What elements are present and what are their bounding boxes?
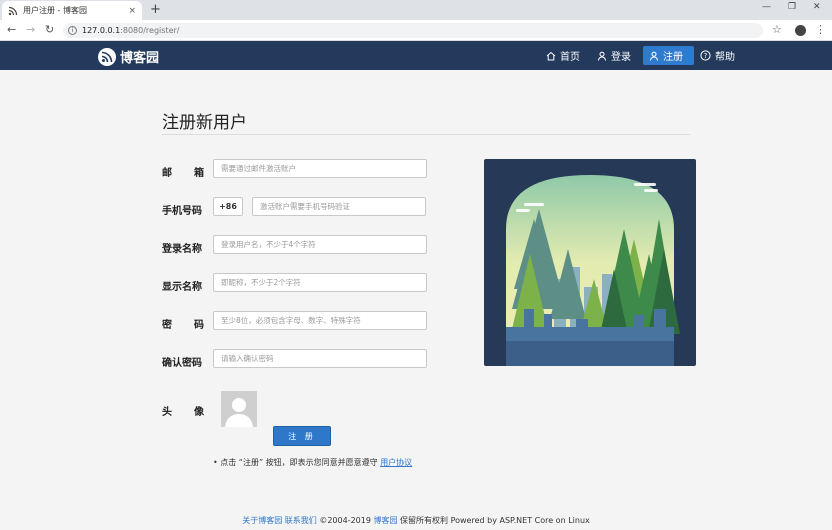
browser-tab-title: 用户注册 - 博客园	[23, 6, 87, 15]
help-icon: ?	[700, 50, 711, 61]
login-name-label: 登录名称	[162, 244, 202, 255]
nav-help-label: 帮助	[715, 52, 735, 63]
password-field[interactable]: 至少8位，必须包含字母、数字、特殊字符	[213, 311, 427, 330]
title-divider	[162, 134, 690, 135]
display-name-field[interactable]: 即昵称，不少于2个字符	[213, 273, 427, 292]
new-tab-button[interactable]: +	[150, 2, 161, 18]
browser-menu-icon[interactable]: ⋮	[815, 23, 826, 36]
browser-tab[interactable]: 用户注册 - 博客园 ×	[2, 1, 142, 20]
nav-register-label: 注册	[663, 52, 683, 63]
forest-illustration	[484, 159, 696, 366]
address-bar[interactable]: i 127.0.0.1:8080/register/	[63, 23, 763, 38]
page-title: 注册新用户	[162, 113, 247, 133]
about-link[interactable]: 关于博客园	[242, 516, 282, 525]
nav-help[interactable]: ? 帮助	[694, 46, 741, 65]
email-field[interactable]: 需要通过邮件激活账户	[213, 159, 427, 178]
brand-link[interactable]: 博客园	[373, 516, 397, 525]
default-avatar-icon	[221, 391, 257, 427]
reload-icon[interactable]: ↻	[45, 23, 54, 37]
phone-field[interactable]: 激活账户需要手机号码验证	[252, 197, 426, 216]
avatar-label: 头 像	[162, 403, 204, 418]
site-info-icon[interactable]: i	[68, 26, 77, 35]
confirm-password-label: 确认密码	[162, 358, 202, 369]
forward-icon[interactable]: →	[26, 23, 35, 37]
site-logo[interactable]: 博客园	[98, 47, 159, 66]
avatar-label-a: 头	[162, 407, 172, 418]
confirm-password-field[interactable]: 请输入确认密码	[213, 349, 427, 368]
password-label: 密 码	[162, 316, 204, 331]
window-close-icon[interactable]: ✕	[813, 2, 821, 12]
nav-register[interactable]: 注册	[643, 46, 694, 65]
site-footer: 关于博客园 联系我们 ©2004-2019 博客园 保留所有权利 Powered…	[0, 515, 832, 526]
display-name-label: 显示名称	[162, 282, 202, 293]
agreement-prefix: • 点击 “注册” 按钮，即表示您同意并愿意遵守	[213, 458, 378, 467]
avatar-label-b: 像	[194, 407, 204, 418]
login-name-field[interactable]: 登录用户名，不少于4个字符	[213, 235, 427, 254]
email-label-b: 箱	[194, 168, 204, 179]
url-path: :8080/register/	[120, 26, 180, 35]
copyright-years: ©2004-2019	[319, 516, 371, 525]
tab-close-icon[interactable]: ×	[128, 6, 136, 16]
country-code-select[interactable]: +86	[213, 197, 243, 216]
browser-tabstrip: 用户注册 - 博客园 × + — ❐ ✕	[0, 0, 832, 20]
browser-toolbar: ← → ↻ i 127.0.0.1:8080/register/ ☆ ⋮	[0, 20, 832, 41]
password-label-b: 码	[194, 320, 204, 331]
rss-logo-icon	[98, 47, 116, 66]
svg-text:?: ?	[704, 52, 708, 60]
contact-link[interactable]: 联系我们	[285, 516, 317, 525]
nav-login-label: 登录	[611, 52, 631, 63]
email-label: 邮 箱	[162, 164, 204, 179]
restore-icon[interactable]: ❐	[788, 2, 796, 12]
url-host: 127.0.0.1	[82, 26, 121, 35]
profile-avatar-icon[interactable]	[795, 25, 806, 36]
logo-text: 博客园	[120, 51, 160, 66]
minimize-icon[interactable]: —	[762, 2, 771, 12]
register-button[interactable]: 注 册	[273, 426, 331, 446]
avatar-upload[interactable]	[221, 391, 257, 427]
home-icon	[546, 51, 556, 61]
agreement-text: • 点击 “注册” 按钮，即表示您同意并愿意遵守 用户协议	[213, 457, 412, 468]
bookmark-star-icon[interactable]: ☆	[772, 23, 782, 36]
nav-home[interactable]: 首页	[540, 46, 586, 65]
user-add-icon	[649, 51, 659, 61]
password-label-a: 密	[162, 320, 172, 331]
email-label-a: 邮	[162, 168, 172, 179]
copyright-text: 保留所有权利 Powered by ASP.NET Core on Linux	[400, 516, 590, 525]
user-icon	[597, 51, 607, 61]
nav-home-label: 首页	[560, 52, 580, 63]
nav-login[interactable]: 登录	[591, 46, 637, 65]
back-icon[interactable]: ←	[7, 23, 16, 37]
site-navbar: 博客园 首页 登录 注册 ? 帮助	[0, 41, 832, 70]
cnblogs-favicon-icon	[8, 6, 18, 16]
user-agreement-link[interactable]: 用户协议	[380, 458, 412, 467]
phone-label: 手机号码	[162, 206, 202, 217]
